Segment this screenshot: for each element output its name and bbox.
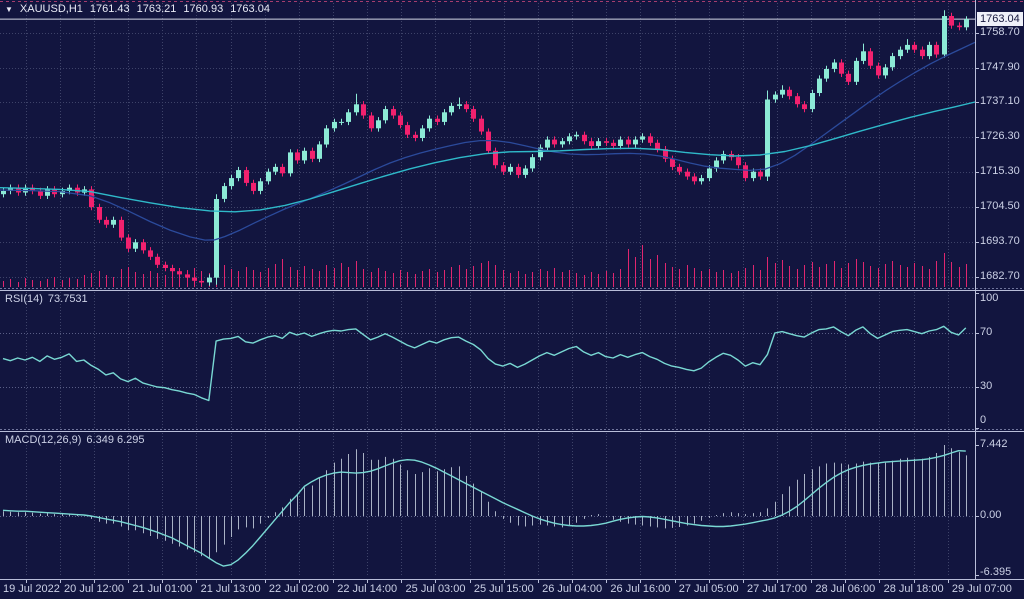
macd-indicator-label: MACD(12,26,9) 6.349 6.295 — [5, 434, 145, 446]
price-axis-label: 1715.30 — [980, 165, 1020, 178]
ohlc-low: 1760.93 — [183, 3, 223, 15]
price-axis-label: 1758.70 — [980, 26, 1020, 39]
rsi-axis-label: 30 — [980, 380, 992, 393]
time-axis-label: 28 Jul 06:00 — [815, 583, 875, 595]
time-axis-label: 20 Jul 12:00 — [64, 583, 124, 595]
time-axis-label: 29 Jul 07:00 — [952, 583, 1012, 595]
time-axis-label: 25 Jul 15:00 — [474, 583, 534, 595]
price-axis-label: 1726.30 — [980, 130, 1020, 143]
macd-axis-label: 7.442 — [980, 438, 1008, 451]
rsi-value: 73.7531 — [48, 293, 88, 305]
symbol-dropdown-icon[interactable]: ▼ — [5, 5, 13, 14]
ohlc-close: 1763.04 — [230, 3, 270, 15]
price-axis-label: 1704.50 — [980, 200, 1020, 213]
price-axis-label: 1682.70 — [980, 270, 1020, 283]
price-axis-label: 1693.70 — [980, 235, 1020, 248]
time-axis-label: 27 Jul 05:00 — [679, 583, 739, 595]
current-price-tag: 1763.04 — [977, 12, 1023, 26]
time-axis-label: 22 Jul 02:00 — [269, 583, 329, 595]
time-axis-label: 26 Jul 16:00 — [610, 583, 670, 595]
rsi-name: RSI(14) — [5, 293, 43, 305]
macd-axis-label: -6.395 — [980, 566, 1011, 579]
rsi-indicator-label: RSI(14) 73.7531 — [5, 293, 88, 305]
time-axis-label: 28 Jul 18:00 — [884, 583, 944, 595]
trading-chart-window: ▼ XAUUSD,H1 1761.43 1763.21 1760.93 1763… — [0, 0, 1024, 599]
chart-canvas[interactable] — [0, 0, 1024, 599]
price-axis-label: 1737.10 — [980, 95, 1020, 108]
symbol-label: XAUUSD,H1 — [20, 3, 83, 15]
time-axis-label: 26 Jul 04:00 — [542, 583, 602, 595]
time-axis-label: 27 Jul 17:00 — [747, 583, 807, 595]
macd-name: MACD(12,26,9) — [5, 434, 81, 446]
time-axis-label: 21 Jul 13:00 — [201, 583, 261, 595]
price-axis-label: 1747.90 — [980, 61, 1020, 74]
time-axis[interactable]: 19 Jul 2022 20 Jul 12:00 21 Jul 01:00 21 Ju… — [0, 581, 1024, 599]
chart-header: ▼ XAUUSD,H1 1761.43 1763.21 1760.93 1763… — [5, 3, 270, 15]
time-axis-label: 19 Jul 2022 — [3, 583, 60, 595]
ohlc-high: 1763.21 — [137, 3, 177, 15]
price-axis[interactable]: 1758.70 1747.90 1737.10 1726.30 1715.30 1704.… — [979, 0, 1024, 580]
time-axis-label: 25 Jul 03:00 — [406, 583, 466, 595]
time-axis-label: 22 Jul 14:00 — [337, 583, 397, 595]
ohlc-open: 1761.43 — [90, 3, 130, 15]
time-axis-label: 21 Jul 01:00 — [132, 583, 192, 595]
macd-values: 6.349 6.295 — [86, 434, 144, 446]
macd-axis-label: 0.00 — [980, 509, 1001, 522]
rsi-axis-label: 70 — [980, 326, 992, 339]
rsi-axis-label: 0 — [980, 414, 986, 427]
rsi-axis-label: 100 — [980, 292, 998, 305]
